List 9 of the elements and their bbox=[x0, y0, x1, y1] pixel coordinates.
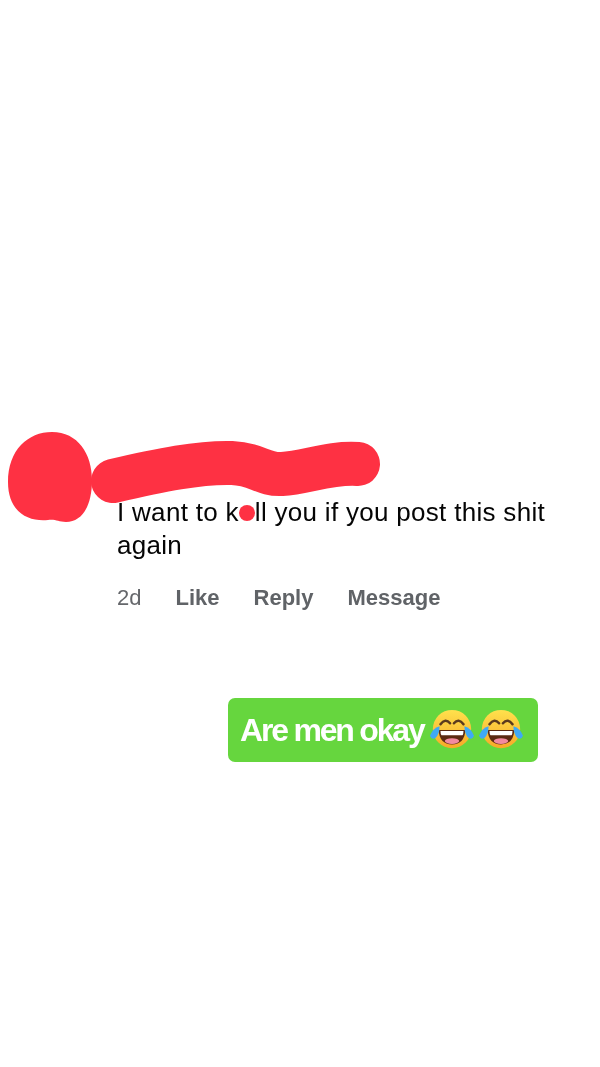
comment-text: ll you if you post this shit bbox=[254, 496, 545, 529]
comment-text: I want to k bbox=[117, 496, 239, 529]
message-button[interactable]: Message bbox=[347, 583, 441, 613]
comment-text: again bbox=[117, 529, 183, 562]
like-button[interactable]: Like bbox=[175, 583, 220, 613]
reply-button[interactable]: Reply bbox=[253, 583, 314, 613]
comment-timestamp: 2d bbox=[117, 584, 142, 612]
sticker-caption: Are men okay bbox=[240, 711, 424, 750]
redaction-dot-icon bbox=[238, 505, 255, 521]
